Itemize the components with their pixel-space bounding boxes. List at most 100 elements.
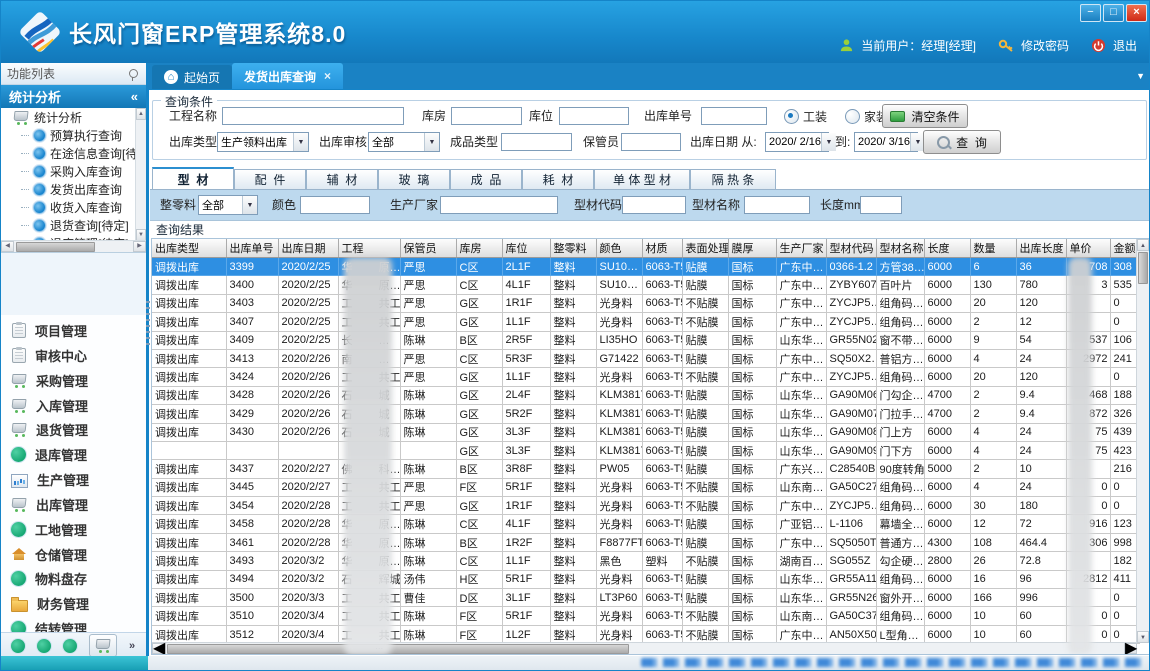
column-header[interactable]: 库位 xyxy=(502,239,550,258)
pin-icon[interactable] xyxy=(129,69,138,78)
date-from-select[interactable]: 2020/ 2/16▼ xyxy=(765,132,829,152)
tree-hscroll-thumb[interactable] xyxy=(16,242,95,252)
date-to-select[interactable]: 2020/ 3/16▼ xyxy=(854,132,918,152)
tree-vertical-scrollbar[interactable]: ▲ ▼ xyxy=(135,108,146,241)
sidebar-group-item[interactable]: 采购管理 xyxy=(1,369,146,392)
out-type-select[interactable]: 生产领料出库▼ xyxy=(217,132,309,152)
scroll-down-icon[interactable]: ▼ xyxy=(1137,631,1149,643)
column-header[interactable]: 数量 xyxy=(970,239,1016,258)
hscroll-thumb[interactable]: ⋯ xyxy=(167,644,629,654)
radio-gongzhuang[interactable]: 工装 xyxy=(784,106,827,126)
sidebar-group-item[interactable]: 财务管理 xyxy=(1,592,146,615)
material-tab[interactable]: 单 体 型 材 xyxy=(594,169,690,189)
scroll-left-icon[interactable]: ◀ xyxy=(152,643,165,654)
table-row[interactable]: 调拨出库34612020/2/28华原…陈琳B区1R2F整料F8877FT606… xyxy=(152,533,1139,551)
table-row[interactable]: 调拨出库34072020/2/25工共工程严思G区1L1F整料光身料6063-T… xyxy=(152,313,1139,331)
maximize-button[interactable]: □ xyxy=(1103,4,1124,22)
column-header[interactable]: 长度 xyxy=(924,239,970,258)
sidebar-group-item[interactable]: 审核中心 xyxy=(1,344,146,367)
table-row[interactable]: 调拨出库34132020/2/26南…严思C区5R3F整料G714226063-… xyxy=(152,349,1139,367)
more-modules-icon[interactable]: » xyxy=(129,640,135,652)
column-header[interactable]: 整零料 xyxy=(550,239,596,258)
warehouse-input[interactable] xyxy=(451,107,522,125)
vscroll-thumb[interactable] xyxy=(1138,252,1148,284)
table-row[interactable]: 调拨出库34302020/2/26石城陈琳G区3L3F整料KLM38176063… xyxy=(152,423,1139,441)
tree-root[interactable]: 统计分析 xyxy=(1,108,146,126)
table-row[interactable]: 调拨出库34292020/2/26石城陈琳G区5R2F整料KLM38176063… xyxy=(152,405,1139,423)
table-row[interactable]: 调拨出库34932020/3/2华原…陈琳C区1L1F整料黑色塑料不贴膜国标湖南… xyxy=(152,552,1139,570)
column-header[interactable]: 型材代码 xyxy=(826,239,876,258)
project-name-input[interactable] xyxy=(222,107,404,125)
column-header[interactable]: 单价 xyxy=(1066,239,1110,258)
table-row[interactable]: 调拨出库34282020/2/26石城陈琳G区2L4F整料KLM38176063… xyxy=(152,386,1139,404)
collapse-icon[interactable]: « xyxy=(131,89,138,104)
module-dot-icon[interactable] xyxy=(11,639,25,653)
table-row[interactable]: 调拨出库34942020/3/2石辉城汤伟H区5R1F整料光身料6063-T5贴… xyxy=(152,570,1139,588)
table-row[interactable]: 调拨出库35002020/3/3工共工程曹佳D区3L1F整料LT3P606063… xyxy=(152,589,1139,607)
column-header[interactable]: 颜色 xyxy=(596,239,642,258)
table-vertical-scrollbar[interactable]: ▲ ▼ xyxy=(1136,239,1149,643)
sidebar-group-item[interactable]: 项目管理 xyxy=(1,319,146,342)
column-header[interactable]: 金额 xyxy=(1110,239,1139,258)
scroll-up-icon[interactable]: ▲ xyxy=(1137,239,1149,251)
column-header[interactable]: 出库单号 xyxy=(226,239,278,258)
column-header[interactable]: 表面处理 xyxy=(682,239,728,258)
location-input[interactable] xyxy=(559,107,629,125)
change-password-link[interactable]: 修改密码 xyxy=(1021,37,1069,54)
tree-hscroll-track[interactable] xyxy=(14,242,133,251)
sidebar-group-item[interactable]: 生产管理 xyxy=(1,468,146,491)
logout-link[interactable]: 退出 xyxy=(1113,37,1137,54)
column-header[interactable]: 膜厚 xyxy=(728,239,776,258)
column-header[interactable]: 库房 xyxy=(456,239,502,258)
table-row[interactable]: 调拨出库33992020/2/25华原…严思C区2L1F整料SU10…6063-… xyxy=(152,258,1139,276)
sidebar-group-item[interactable]: 入库管理 xyxy=(1,394,146,417)
stats-section-header[interactable]: 统计分析 « xyxy=(1,85,146,108)
tree-item[interactable]: 退货查询[待定] xyxy=(1,216,146,234)
tree-item[interactable]: 在途信息查询[待 xyxy=(1,144,146,162)
column-header[interactable]: 保管员 xyxy=(400,239,456,258)
maker-input[interactable] xyxy=(440,196,558,214)
material-tab[interactable]: 隔 热 条 xyxy=(690,169,776,189)
sidebar-group-item[interactable]: 退库管理 xyxy=(1,443,146,466)
tab-overflow-icon[interactable]: ▼ xyxy=(1136,71,1145,81)
table-row[interactable]: 调拨出库34242020/2/26工共工程严思G区1L1F整料光身料6063-T… xyxy=(152,368,1139,386)
material-tab[interactable]: 耗 材 xyxy=(522,169,594,189)
tree-item[interactable]: 收货入库查询 xyxy=(1,198,146,216)
tab-home[interactable]: ⌂ 起始页 xyxy=(152,65,232,89)
audit-select[interactable]: 全部▼ xyxy=(368,132,440,152)
table-row[interactable]: 调拨出库35102020/3/4工共工程陈琳F区5R1F整料光身料6063-T5… xyxy=(152,607,1139,625)
table-row[interactable]: G区3L3F整料KLM38176063-T5贴膜国标山东华…GA90M09…门下… xyxy=(152,441,1139,459)
color-input[interactable] xyxy=(300,196,370,214)
module-cart-button[interactable] xyxy=(89,634,117,657)
scroll-right-icon[interactable]: ▶ xyxy=(1124,643,1137,654)
material-tab[interactable]: 玻 璃 xyxy=(378,169,450,189)
tree-horizontal-scrollbar[interactable]: ◀ ▶ xyxy=(1,240,146,252)
tree-item[interactable]: 采购入库查询 xyxy=(1,162,146,180)
table-row[interactable]: 调拨出库34032020/2/25工共工程严思G区1R1F整料光身料6063-T… xyxy=(152,294,1139,312)
column-header[interactable]: 工程 xyxy=(338,239,400,258)
profile-code-input[interactable] xyxy=(622,196,686,214)
tree-item[interactable]: 发货出库查询 xyxy=(1,180,146,198)
sidebar-group-item[interactable]: 退货管理 xyxy=(1,418,146,441)
scroll-up-icon[interactable]: ▲ xyxy=(136,108,146,120)
table-row[interactable]: 调拨出库34582020/2/28华原…陈琳C区4L1F整料光身料6063-T5… xyxy=(152,515,1139,533)
tab-shipping-query[interactable]: 发货出库查询 × xyxy=(232,63,343,89)
column-header[interactable]: 出库日期 xyxy=(278,239,338,258)
scroll-left-icon[interactable]: ◀ xyxy=(1,241,14,252)
sidebar-group-item[interactable]: 工地管理 xyxy=(1,518,146,541)
clear-conditions-button[interactable]: 清空条件 xyxy=(882,104,968,128)
tab-close-icon[interactable]: × xyxy=(324,69,331,83)
order-no-input[interactable] xyxy=(701,107,767,125)
module-dot-icon[interactable] xyxy=(63,639,77,653)
table-row[interactable]: 调拨出库35122020/3/4工共工程陈琳F区1L2F整料光身料6063-T5… xyxy=(152,625,1139,643)
table-row[interactable]: 调拨出库34092020/2/25长…陈琳B区2R5F整料LI35HO6063-… xyxy=(152,331,1139,349)
hscroll-track[interactable]: ⋯ xyxy=(165,644,1124,653)
column-header[interactable]: 型材名称 xyxy=(876,239,924,258)
sidebar-group-item[interactable]: 仓储管理 xyxy=(1,543,146,566)
table-row[interactable]: 调拨出库34542020/2/28工共工程严思G区1R1F整料光身料6063-T… xyxy=(152,497,1139,515)
material-tab[interactable]: 配 件 xyxy=(234,169,306,189)
column-header[interactable]: 材质 xyxy=(642,239,682,258)
column-header[interactable]: 生产厂家 xyxy=(776,239,826,258)
sidebar-group-item[interactable]: 出库管理 xyxy=(1,493,146,516)
splitter-handle[interactable] xyxy=(146,301,150,349)
